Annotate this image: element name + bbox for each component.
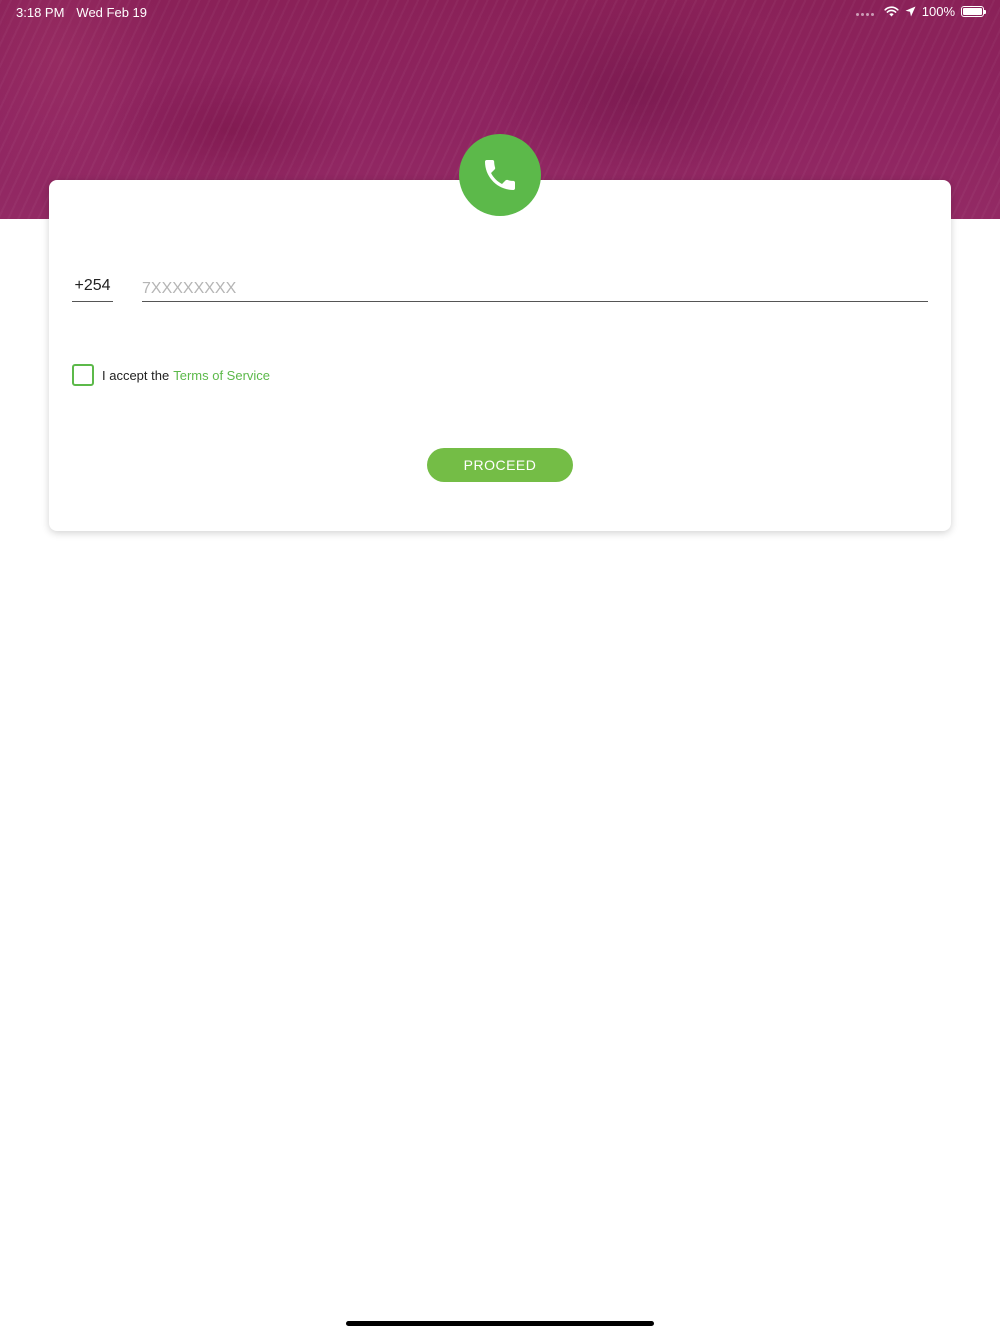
phone-badge xyxy=(459,134,541,216)
status-bar-left: 3:18 PM Wed Feb 19 xyxy=(16,5,147,20)
status-bar: 3:18 PM Wed Feb 19 100% xyxy=(0,0,1000,24)
terms-row: I accept the Terms of Service xyxy=(72,364,270,386)
home-indicator xyxy=(346,1321,654,1326)
terms-prefix-text: I accept the xyxy=(102,367,170,383)
signal-dots-icon xyxy=(855,13,874,16)
terms-checkbox[interactable] xyxy=(72,364,94,386)
country-code-field[interactable]: +254 xyxy=(72,276,113,302)
login-card: +254 I accept the Terms of Service PROCE… xyxy=(49,180,951,531)
battery-percentage: 100% xyxy=(921,4,955,19)
status-bar-right: 100% xyxy=(855,4,986,19)
battery-fill xyxy=(963,8,982,15)
status-time: 3:18 PM xyxy=(16,5,65,20)
wifi-icon xyxy=(884,6,899,17)
terms-of-service-link[interactable]: Terms of Service xyxy=(173,368,270,383)
battery-icon xyxy=(961,6,986,17)
status-date: Wed Feb 19 xyxy=(76,5,148,20)
phone-number-input[interactable] xyxy=(142,276,928,302)
phone-icon xyxy=(485,160,515,190)
proceed-button[interactable]: PROCEED xyxy=(427,448,573,482)
location-arrow-icon xyxy=(905,6,916,17)
